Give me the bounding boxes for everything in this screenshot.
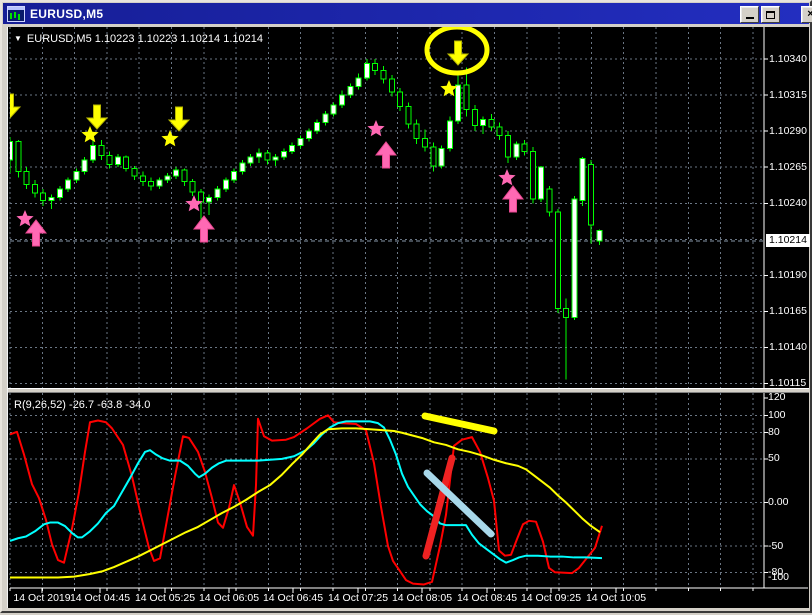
price-label: 1.10140 bbox=[769, 341, 807, 354]
current-price-label: 1.10214 bbox=[766, 234, 810, 247]
price-label: 1.10315 bbox=[769, 88, 807, 101]
sell-star-icon[interactable] bbox=[440, 80, 458, 97]
mt4-chart-window: EURUSD,M5 × ▼ EURUSD,M5 1.10223 1.10223 1… bbox=[0, 0, 812, 613]
time-label: 14 Oct 06:45 bbox=[262, 592, 324, 604]
grid-lines bbox=[9, 27, 764, 588]
pane-separator[interactable] bbox=[8, 388, 809, 393]
time-label: 14 Oct 05:25 bbox=[134, 592, 196, 604]
sell-arrow-icon[interactable] bbox=[85, 104, 109, 130]
indicator-header: R(9,26,52) -26.7 -63.8 -34.0 bbox=[14, 399, 151, 411]
time-label: 14 Oct 09:25 bbox=[520, 592, 582, 604]
buy-star-icon[interactable] bbox=[16, 210, 34, 227]
buy-star-icon[interactable] bbox=[498, 169, 516, 186]
sell-star-icon[interactable] bbox=[161, 130, 179, 147]
buy-arrow-icon[interactable] bbox=[192, 215, 216, 243]
price-label: 1.10340 bbox=[769, 52, 807, 65]
price-label: 1.10165 bbox=[769, 305, 807, 318]
chevron-down-icon: ▼ bbox=[14, 34, 22, 43]
sell-arrow-icon[interactable] bbox=[2, 93, 22, 119]
price-label: 1.10265 bbox=[769, 160, 807, 173]
signal-markers bbox=[2, 27, 525, 247]
time-label: 14 Oct 04:45 bbox=[69, 592, 131, 604]
indicator-axis-label: -50 bbox=[768, 539, 784, 552]
buy-arrow-icon[interactable] bbox=[501, 185, 525, 213]
chart-canvas[interactable] bbox=[2, 2, 812, 615]
indicator-axis-label: 50 bbox=[768, 452, 780, 465]
time-label: 14 Oct 06:05 bbox=[198, 592, 260, 604]
oscillator-mid-cyan bbox=[10, 420, 603, 564]
time-label: 14 Oct 08:05 bbox=[391, 592, 453, 604]
indicator-axis-label: -100 bbox=[768, 570, 790, 583]
yellow-trend-segment[interactable] bbox=[421, 412, 498, 435]
price-label: 1.10190 bbox=[769, 268, 807, 281]
sell-arrow-icon[interactable] bbox=[446, 40, 470, 66]
buy-star-icon[interactable] bbox=[367, 120, 385, 137]
time-label: 14 Oct 2019 bbox=[13, 592, 71, 604]
time-label: 14 Oct 07:25 bbox=[327, 592, 389, 604]
chart-header-text: EURUSD,M5 1.10223 1.10223 1.10214 1.1021… bbox=[26, 33, 263, 45]
indicator-axis-label: 120 bbox=[768, 391, 786, 404]
time-label: 14 Oct 08:45 bbox=[456, 592, 518, 604]
indicator-axis-label: 80 bbox=[768, 426, 780, 439]
time-label: 14 Oct 10:05 bbox=[585, 592, 647, 604]
price-label: 1.10240 bbox=[769, 196, 807, 209]
buy-arrow-icon[interactable] bbox=[374, 141, 398, 169]
oscillator-lines bbox=[10, 414, 603, 586]
indicator-axis-label: 0.00 bbox=[768, 496, 789, 508]
indicator-axis-label: 100 bbox=[768, 408, 786, 421]
price-label: 1.10290 bbox=[769, 124, 807, 137]
chart-ohlc-header: ▼ EURUSD,M5 1.10223 1.10223 1.10214 1.102… bbox=[14, 33, 263, 45]
